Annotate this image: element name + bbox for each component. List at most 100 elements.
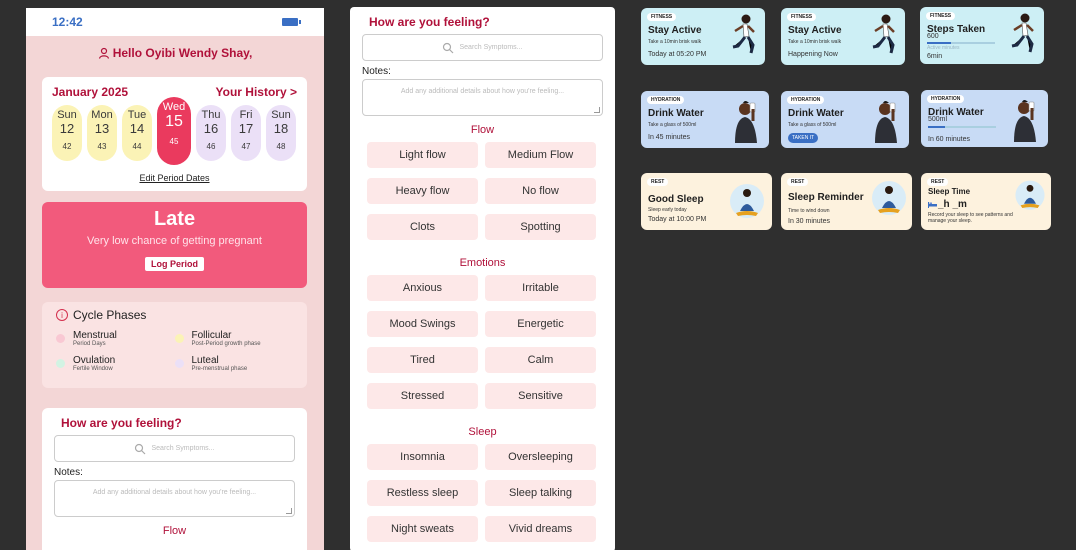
card-subtitle: Time to wind down <box>788 208 830 214</box>
emotion-chip[interactable]: Irritable <box>485 275 596 301</box>
card-tag: REST <box>647 178 669 186</box>
sleep-chip[interactable]: Vivid dreams <box>485 516 596 542</box>
emotion-chip[interactable]: Mood Swings <box>367 311 478 337</box>
drinking-water-icon <box>1014 100 1036 142</box>
card-footer: In 60 minutes <box>928 136 971 143</box>
emotion-chip[interactable]: Sensitive <box>485 383 596 409</box>
sleep-chip[interactable]: Insomnia <box>367 444 478 470</box>
phase-color-dot <box>56 334 65 343</box>
day-date: 16 <box>203 121 219 136</box>
info-icon[interactable]: i <box>56 309 68 321</box>
day-mon-13[interactable]: Mon 13 43 <box>87 105 117 161</box>
card-tag: FITNESS <box>787 13 817 21</box>
battery-icon <box>282 18 301 26</box>
card-footer: In 45 minutes <box>648 134 691 141</box>
water-progress-bar <box>928 126 996 128</box>
day-name: Thu <box>201 109 221 121</box>
card-title: Good Sleep <box>648 194 704 205</box>
log-period-button[interactable]: Log Period <box>145 257 204 271</box>
card-footer: Today at 10:00 PM <box>648 216 707 223</box>
emotion-chip[interactable]: Energetic <box>485 311 596 337</box>
emotion-chip[interactable]: Anxious <box>367 275 478 301</box>
emotion-chip[interactable]: Calm <box>485 347 596 373</box>
phase-desc: Period Days <box>73 341 106 347</box>
day-name: Mon <box>91 109 113 121</box>
card-title: Sleep Reminder <box>788 192 864 203</box>
emotion-chip[interactable]: Stressed <box>367 383 478 409</box>
phase-desc: Fertile Window <box>73 366 113 372</box>
cycle-day: 42 <box>62 142 72 151</box>
notes-textarea[interactable]: Add any additional details about how you… <box>54 480 295 517</box>
hydration-card-scheduled[interactable]: HYDRATION Drink Water Take a glass of 50… <box>641 91 769 148</box>
notes-textarea[interactable]: Add any additional details about how you… <box>362 79 603 116</box>
taken-it-badge[interactable]: TAKEN IT <box>788 133 819 143</box>
card-subtitle: Take a 10min brisk walk <box>788 39 842 45</box>
clock: 12:42 <box>52 15 83 29</box>
day-sun-12[interactable]: Sun 12 42 <box>52 105 82 161</box>
card-subtitle: Take a 10min brisk walk <box>648 39 702 45</box>
card-tag: HYDRATION <box>647 96 685 104</box>
day-name: Fri <box>239 109 253 121</box>
card-tag: REST <box>927 178 949 186</box>
card-subtitle: Take a glass of 500ml <box>648 122 697 128</box>
day-fri-17[interactable]: Fri 17 47 <box>231 105 261 161</box>
day-sun-18[interactable]: Sun 18 48 <box>266 105 296 161</box>
runner-icon <box>1011 13 1034 53</box>
day-wed-15-selected[interactable]: Wed 15 45 <box>157 97 191 165</box>
edit-period-dates-link[interactable]: Edit Period Dates <box>52 173 297 183</box>
fitness-card-now[interactable]: FITNESS Stay Active Take a 10min brisk w… <box>781 8 905 65</box>
phase-color-dot <box>56 359 65 368</box>
steps-card[interactable]: FITNESS Steps Taken 600 Active minutes 6… <box>920 7 1044 64</box>
card-footer: Happening Now <box>788 51 838 58</box>
day-date: 15 <box>165 113 183 130</box>
progress-label: Active minutes <box>927 45 960 51</box>
day-name: Wed <box>162 101 186 113</box>
flow-options: Light flow Medium Flow Heavy flow No flo… <box>362 142 603 240</box>
day-thu-16[interactable]: Thu 16 46 <box>196 105 226 161</box>
flow-chip[interactable]: Medium Flow <box>485 142 596 168</box>
sleep-duration[interactable]: _h _m <box>938 199 967 210</box>
water-intake-card[interactable]: HYDRATION Drink Water 500ml In 60 minute… <box>921 90 1048 147</box>
sleep-chip[interactable]: Night sweats <box>367 516 478 542</box>
water-value: 500ml <box>928 116 948 123</box>
hydration-card-taken[interactable]: HYDRATION Drink Water Take a glass of 50… <box>781 91 909 148</box>
symptom-search-input[interactable]: Search Symptoms... <box>362 34 603 61</box>
sleep-card-scheduled[interactable]: REST Good Sleep Sleep early today Today … <box>641 173 772 230</box>
card-title: Stay Active <box>788 25 842 36</box>
search-icon <box>135 443 146 454</box>
day-tue-14[interactable]: Tue 14 44 <box>122 105 152 161</box>
phase-color-dot <box>174 359 184 368</box>
fitness-card-scheduled[interactable]: FITNESS Stay Active Take a 10min brisk w… <box>641 8 765 65</box>
sleep-chip[interactable]: Sleep talking <box>485 480 596 506</box>
day-name: Sun <box>271 109 291 121</box>
drinking-water-icon <box>735 101 757 143</box>
sleep-chip[interactable]: Restless sleep <box>367 480 478 506</box>
greeting-text: Hello Oyibi Wendy Shay, <box>112 46 253 60</box>
meditation-icon <box>730 184 764 218</box>
cycle-phases-card: i Cycle Phases Menstrual Period Days Foll… <box>42 302 307 388</box>
card-subtitle: Take a glass of 500ml <box>788 122 837 128</box>
card-title: Drink Water <box>788 108 844 119</box>
flow-chip[interactable]: Heavy flow <box>367 178 478 204</box>
day-date: 14 <box>129 121 145 136</box>
symptom-search-input[interactable]: Search Symptoms... <box>54 435 295 462</box>
cycle-day: 43 <box>97 142 107 151</box>
card-footer: 6min <box>927 53 943 60</box>
card-tag: HYDRATION <box>787 96 825 104</box>
emotion-chip[interactable]: Tired <box>367 347 478 373</box>
flow-chip[interactable]: Light flow <box>367 142 478 168</box>
phases-title: Cycle Phases <box>73 308 147 322</box>
sleep-chip[interactable]: Oversleeping <box>485 444 596 470</box>
flow-chip[interactable]: Clots <box>367 214 478 240</box>
card-title: Sleep Time <box>928 187 971 196</box>
sleep-time-card[interactable]: REST Sleep Time _h _m Record your sleep … <box>921 173 1051 230</box>
emotions-section-title: Emotions <box>459 257 506 269</box>
sleep-reminder-card[interactable]: REST Sleep Reminder Time to wind down In… <box>781 173 912 230</box>
flow-chip[interactable]: No flow <box>485 178 596 204</box>
progress-fill <box>927 42 951 44</box>
phase-desc: Pre-menstrual phase <box>191 366 248 372</box>
history-link[interactable]: Your History > <box>216 85 297 99</box>
cycle-day: 48 <box>276 142 286 151</box>
flow-chip[interactable]: Spotting <box>485 214 596 240</box>
runner-icon <box>732 14 755 54</box>
